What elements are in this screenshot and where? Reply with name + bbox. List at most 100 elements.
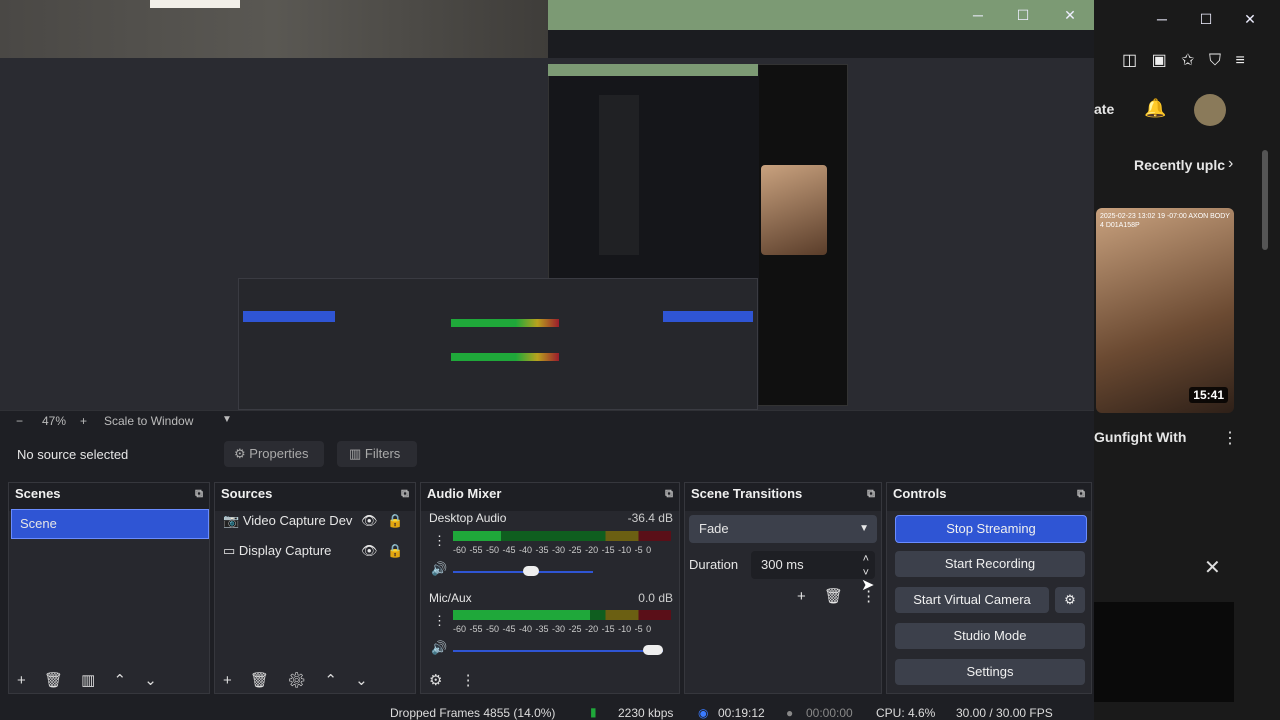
- maximize-button[interactable]: ☐: [1011, 4, 1035, 26]
- sidebar-icon[interactable]: ◫: [1122, 52, 1137, 69]
- start-recording-button[interactable]: Start Recording: [895, 551, 1085, 577]
- zoom-out-button[interactable]: −: [16, 414, 23, 428]
- maximize-button[interactable]: ☐: [1194, 8, 1218, 30]
- menu-icon[interactable]: ≡: [1235, 52, 1244, 69]
- source-item[interactable]: ▭ Display Capture 👁 🔒: [223, 543, 413, 565]
- record-time: 00:00:00: [806, 706, 853, 720]
- obs-titlebar: ─ ☐ ✕: [548, 0, 1094, 30]
- move-down-button[interactable]: ⌄: [144, 672, 157, 689]
- eye-icon[interactable]: 👁: [361, 543, 378, 559]
- volume-slider[interactable]: [643, 645, 663, 655]
- favorites-icon[interactable]: ✩: [1181, 52, 1194, 69]
- filter-icon: ▥: [349, 446, 362, 461]
- start-virtual-camera-button[interactable]: Start Virtual Camera: [895, 587, 1049, 613]
- scale-mode-select[interactable]: Scale to Window: [104, 414, 193, 428]
- scene-item[interactable]: Scene: [11, 509, 209, 539]
- eye-icon[interactable]: 👁: [361, 513, 378, 529]
- thumb-overlay-text: 2025-02-23 13:02 19 -07:00 AXON BODY 4 D…: [1100, 213, 1230, 229]
- nested-stop-button: [663, 311, 753, 322]
- dropped-frames: Dropped Frames 4855 (14.0%): [390, 706, 556, 720]
- properties-button[interactable]: ⚙ Properties: [224, 441, 324, 467]
- lock-icon[interactable]: 🔒: [387, 543, 403, 559]
- chevron-right-icon[interactable]: ›: [1228, 155, 1233, 173]
- meter-scale: -60 -55 -50 -45 -40 -35 -30 -25 -20 -15 …: [453, 624, 652, 634]
- transition-select[interactable]: Fade ▼: [689, 515, 877, 543]
- duration-value: 300 ms: [761, 557, 804, 572]
- add-scene-button[interactable]: +: [17, 672, 26, 689]
- minimize-button[interactable]: ─: [966, 4, 990, 26]
- zoom-in-button[interactable]: +: [80, 414, 87, 428]
- channel-name: Desktop Audio: [429, 511, 507, 525]
- chevron-down-icon[interactable]: ▼: [222, 414, 232, 425]
- meter-scale: -60 -55 -50 -45 -40 -35 -30 -25 -20 -15 …: [453, 545, 652, 555]
- volume-slider[interactable]: [523, 566, 540, 576]
- speaker-icon[interactable]: 🔊: [431, 561, 447, 577]
- controls-header: Controls ⧉: [887, 483, 1091, 511]
- scrollbar-thumb[interactable]: [1262, 150, 1268, 250]
- recently-uploaded-chip[interactable]: Recently uplc: [1134, 157, 1225, 173]
- nested-titlebar: [548, 64, 758, 76]
- more-icon[interactable]: ⋮: [433, 533, 446, 549]
- monitor-icon: ▭: [223, 543, 236, 558]
- minimize-button[interactable]: ─: [1150, 8, 1174, 30]
- partial-title: ate: [1094, 101, 1115, 117]
- audio-mixer-header: Audio Mixer ⧉: [421, 483, 679, 511]
- video-thumbnail[interactable]: 2025-02-23 13:02 19 -07:00 AXON BODY 4 D…: [1096, 208, 1234, 413]
- sources-header: Sources ⧉: [215, 483, 415, 511]
- add-transition-button[interactable]: +: [797, 588, 806, 605]
- sources-panel: Sources ⧉ 📷 Video Capture Dev 👁 🔒 ▭ Disp…: [214, 482, 416, 694]
- move-up-button[interactable]: ⌃: [114, 672, 127, 689]
- controls-title: Controls: [893, 486, 947, 501]
- scenes-panel: Scenes ⧉ Scene + 🗑 ▥ ⌃ ⌄: [8, 482, 210, 694]
- avatar[interactable]: [1194, 94, 1226, 126]
- chevron-down-icon: ▼: [859, 523, 869, 534]
- undock-icon[interactable]: ⧉: [195, 488, 203, 501]
- bell-icon[interactable]: 🔔: [1144, 98, 1166, 119]
- duration-label: Duration: [689, 557, 739, 572]
- close-icon[interactable]: ✕: [1204, 555, 1221, 580]
- filters-button[interactable]: ▥ Filters: [337, 441, 417, 467]
- close-button[interactable]: ✕: [1238, 8, 1262, 30]
- undock-icon[interactable]: ⧉: [1077, 488, 1085, 501]
- lock-icon[interactable]: 🔒: [387, 513, 404, 529]
- nested-meter-1: [451, 319, 559, 327]
- add-source-button[interactable]: +: [223, 672, 232, 689]
- undock-icon[interactable]: ⧉: [867, 488, 875, 501]
- shield-icon[interactable]: ⛉: [1209, 52, 1221, 69]
- more-icon[interactable]: ⋮: [433, 613, 446, 629]
- studio-mode-button[interactable]: Studio Mode: [895, 623, 1085, 649]
- undock-icon[interactable]: ⧉: [401, 488, 409, 501]
- record-icon: ●: [786, 706, 794, 720]
- more-icon[interactable]: ⋮: [461, 672, 476, 689]
- camera-icon: 📷: [223, 513, 240, 528]
- nested-obs-controls: [238, 278, 758, 410]
- wallet-icon[interactable]: ▣: [1152, 52, 1167, 69]
- nested-inner-window: [599, 95, 639, 255]
- stop-streaming-button[interactable]: Stop Streaming: [895, 515, 1087, 543]
- audio-mixer-title: Audio Mixer: [427, 486, 502, 501]
- video-title[interactable]: Gunfight With: [1094, 429, 1186, 445]
- source-item[interactable]: 📷 Video Capture Dev 👁 🔒: [223, 513, 413, 535]
- scene-item-label: Scene: [20, 516, 57, 531]
- trash-icon[interactable]: 🗑: [824, 588, 843, 605]
- undock-icon[interactable]: ⧉: [665, 488, 673, 501]
- trash-icon[interactable]: 🗑: [250, 672, 269, 689]
- speaker-icon[interactable]: 🔊: [431, 640, 447, 656]
- filter-icon[interactable]: ▥: [81, 672, 95, 689]
- scenes-footer: + 🗑 ▥ ⌃ ⌄: [17, 671, 157, 689]
- settings-button[interactable]: Settings: [895, 659, 1085, 685]
- video-duration: 15:41: [1189, 387, 1228, 403]
- gear-icon: ⚙: [234, 446, 246, 461]
- move-down-button[interactable]: ⌄: [355, 672, 368, 689]
- gear-icon[interactable]: ⚙: [429, 672, 442, 689]
- move-up-button[interactable]: ⌃: [324, 672, 337, 689]
- audio-meter: [453, 610, 671, 620]
- duration-input[interactable]: 300 ms ˄ ˅: [751, 551, 875, 579]
- scenes-title: Scenes: [15, 486, 61, 501]
- trash-icon[interactable]: 🗑: [44, 672, 63, 689]
- volume-track[interactable]: [453, 650, 663, 652]
- more-icon[interactable]: ⋮: [1222, 428, 1238, 448]
- gear-icon[interactable]: ⚙: [287, 672, 306, 689]
- close-button[interactable]: ✕: [1058, 4, 1082, 26]
- gear-icon[interactable]: ⚙: [1055, 587, 1085, 613]
